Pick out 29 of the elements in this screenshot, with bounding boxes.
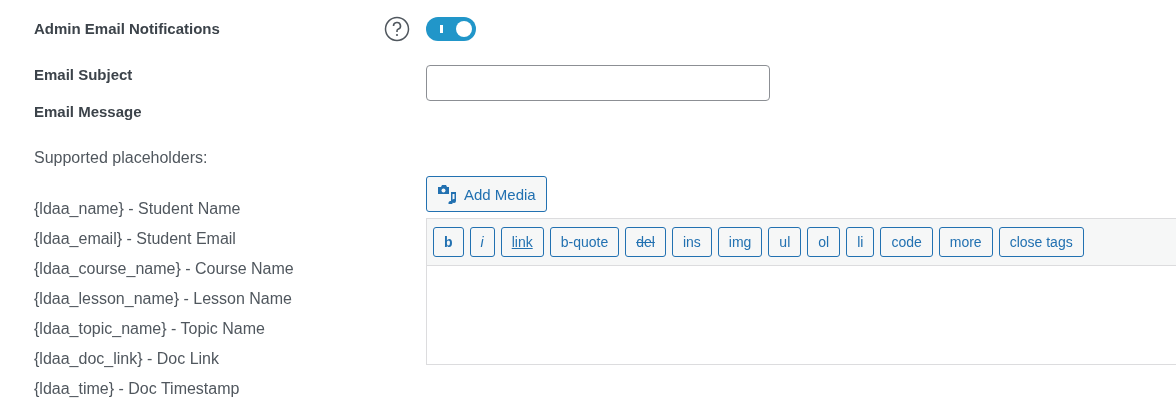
camera-music-icon	[437, 184, 457, 204]
placeholder-item: {ldaa_lesson_name} - Lesson Name	[34, 289, 293, 309]
format-button[interactable]: ins	[671, 227, 712, 257]
format-button[interactable]: li	[846, 227, 875, 257]
format-button[interactable]: img	[717, 227, 763, 257]
format-button[interactable]: i	[469, 227, 495, 257]
help-icon[interactable]	[384, 16, 410, 42]
format-button[interactable]: link	[500, 227, 544, 257]
format-button[interactable]: b	[433, 227, 464, 257]
format-button[interactable]: code	[880, 227, 933, 257]
format-button[interactable]: del	[625, 227, 666, 257]
field-label: Admin Email Notifications	[34, 19, 220, 39]
format-button[interactable]: close tags	[998, 227, 1084, 257]
format-button[interactable]: more	[938, 227, 993, 257]
format-button[interactable]: b-quote	[549, 227, 620, 257]
format-button[interactable]: ul	[768, 227, 802, 257]
placeholder-item: {ldaa_topic_name} - Topic Name	[34, 319, 266, 339]
toggle-switch[interactable]	[426, 17, 476, 41]
placeholder-item: {ldaa_doc_link} - Doc Link	[34, 349, 220, 369]
format-button[interactable]: ol	[807, 227, 841, 257]
placeholder-item: {ldaa_course_name} - Course Name	[34, 259, 295, 279]
subject-field[interactable]	[426, 65, 770, 101]
field-label: Email Subject	[34, 65, 134, 85]
field-label: Email Message	[34, 102, 143, 122]
placeholder-item: {ldaa_name} - Student Name	[34, 199, 242, 219]
add-media-button[interactable]: Add Media	[426, 176, 547, 212]
placeholders-heading: Supported placeholders:	[34, 148, 209, 168]
placeholder-item: {ldaa_time} - Doc Timestamp	[34, 379, 241, 399]
placeholder-item: {ldaa_email} - Student Email	[34, 229, 237, 249]
